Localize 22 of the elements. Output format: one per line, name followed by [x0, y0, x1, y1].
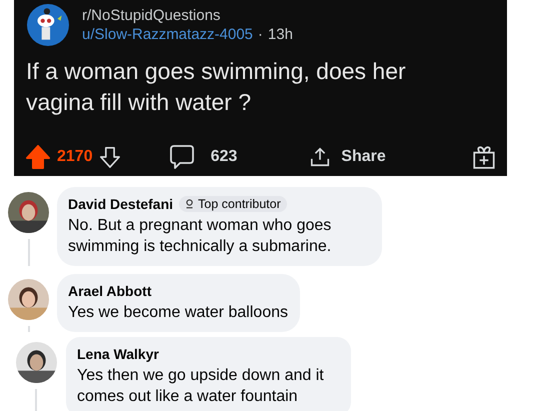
- comment-count: 623: [210, 148, 238, 166]
- post-age: 13h: [268, 26, 293, 43]
- commenter-name[interactable]: Lena Walkyr: [77, 346, 159, 362]
- award-icon[interactable]: [471, 144, 497, 170]
- comment-text: Yes then we go upside down and it comes out like a water fountain: [77, 366, 325, 407]
- comment-icon[interactable]: [168, 144, 195, 170]
- downvote-icon[interactable]: [98, 146, 121, 168]
- username-link[interactable]: u/Slow-Razzmatazz-4005: [82, 26, 253, 43]
- comment-text: No. But a pregnant woman who goes swimming is technically a submarine.: [68, 216, 332, 257]
- share-button[interactable]: Share: [309, 146, 386, 168]
- badge-label: Top contributor: [198, 197, 281, 211]
- commenter-name[interactable]: David Destefani: [68, 196, 174, 212]
- vote-score: 2170: [57, 148, 93, 166]
- snoo-avatar-icon: [27, 4, 69, 46]
- badge-icon: [185, 198, 194, 210]
- comment-text: Yes we become water balloons: [68, 303, 288, 323]
- post-title: If a woman goes swimming, does her vagina fill with water ?: [26, 57, 407, 117]
- separator-dot: ·: [258, 26, 263, 43]
- share-icon: [309, 146, 332, 168]
- subreddit-link[interactable]: r/NoStupidQuestions: [82, 7, 293, 24]
- commenter-name[interactable]: Arael Abbott: [68, 283, 152, 299]
- upvote-icon[interactable]: [26, 145, 50, 169]
